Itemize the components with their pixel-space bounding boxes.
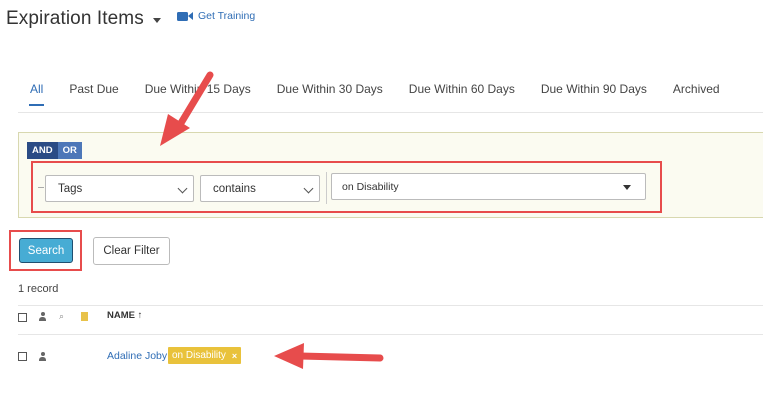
- annotation-arrow-left-icon: [274, 343, 384, 369]
